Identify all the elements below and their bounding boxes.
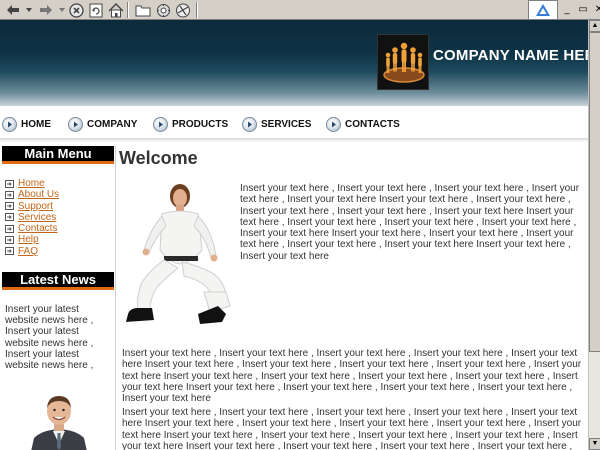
nav-item-contacts[interactable]: CONTACTS: [326, 115, 400, 133]
nav-item-services[interactable]: SERVICES: [242, 115, 311, 133]
menu-bullet-icon: [5, 247, 14, 256]
stop-icon[interactable]: [68, 2, 84, 18]
nav-item-products[interactable]: PRODUCTS: [153, 115, 228, 133]
menu-item: Help: [5, 234, 59, 245]
scroll-down-arrow-icon[interactable]: ▼: [589, 438, 600, 450]
nav-label: PRODUCTS: [172, 118, 229, 130]
menu-bullet-icon: [5, 190, 14, 199]
forward-arrow-icon[interactable]: [38, 2, 54, 18]
toolbar-separator: [127, 2, 129, 18]
nav-item-company[interactable]: COMPANY: [68, 115, 137, 133]
restore-button[interactable]: ▭: [576, 4, 590, 16]
window-controls: _ ▭ ✕: [528, 0, 600, 20]
chevron-right-icon: [153, 116, 168, 132]
nav-divider: [0, 138, 588, 142]
body-paragraph: Insert your text here , Insert your text…: [122, 407, 582, 450]
nav-label: COMPANY: [87, 118, 138, 130]
header-banner: COMPANY NAME HERE: [0, 20, 588, 106]
menu-item: Home: [5, 178, 59, 189]
menu-bullet-icon: [5, 202, 14, 211]
refresh-icon[interactable]: [88, 2, 104, 18]
toolbar-separator: [196, 2, 198, 18]
businesswoman-photo: [122, 180, 238, 332]
top-navigation: HOME COMPANY PRODUCTS SERVICES CONTACTS: [0, 110, 588, 138]
close-button[interactable]: ✕: [592, 4, 600, 16]
body-paragraph: Insert your text here , Insert your text…: [122, 348, 582, 405]
menu-bullet-icon: [5, 179, 14, 188]
menu-bullet-icon: [5, 224, 14, 233]
favorites-icon[interactable]: [175, 2, 191, 18]
scroll-thumb[interactable]: [589, 32, 600, 352]
menu-bullet-icon: [5, 235, 14, 244]
menu-link-help[interactable]: Help: [18, 234, 39, 245]
chevron-right-icon: [68, 116, 83, 132]
main-menu-list: Home About Us Support Services Contacts …: [5, 178, 59, 257]
nav-label: SERVICES: [261, 118, 312, 130]
scroll-up-arrow-icon[interactable]: ▲: [589, 20, 600, 32]
left-sidebar: Main Menu Home About Us Support Services…: [0, 146, 116, 450]
main-content: Welcome Insert your text here , Insert y…: [118, 146, 588, 450]
nav-item-home[interactable]: HOME: [2, 115, 51, 133]
intro-paragraph: Insert your text here , Insert your text…: [240, 183, 580, 262]
latest-news-text: Insert your latest website news here , I…: [5, 304, 94, 372]
menu-link-home[interactable]: Home: [18, 178, 45, 189]
browser-logo-icon: [528, 0, 558, 20]
menu-bullet-icon: [5, 213, 14, 222]
menu-item: FAQ: [5, 246, 59, 257]
vertical-scrollbar[interactable]: ▲ ▼: [588, 20, 600, 450]
page-viewport: COMPANY NAME HERE HOME COMPANY PRODUCTS …: [0, 20, 588, 450]
chevron-right-icon: [242, 116, 257, 132]
menu-link-about-us[interactable]: About Us: [18, 189, 59, 200]
home-icon[interactable]: [108, 2, 124, 18]
menu-item: About Us: [5, 189, 59, 200]
menu-item: Support: [5, 201, 59, 212]
chevron-right-icon: [2, 116, 17, 132]
dropdown-icon[interactable]: [24, 2, 34, 18]
settings-icon[interactable]: [155, 2, 171, 18]
nav-label: HOME: [21, 118, 51, 130]
chevron-right-icon: [326, 116, 341, 132]
menu-link-support[interactable]: Support: [18, 201, 53, 212]
company-logo: [377, 34, 429, 90]
businessman-photo: [26, 392, 92, 450]
menu-link-faq[interactable]: FAQ: [18, 246, 38, 257]
dropdown-icon[interactable]: [57, 2, 67, 18]
menu-item: Contacts: [5, 223, 59, 234]
menu-item: Services: [5, 212, 59, 223]
folder-icon[interactable]: [135, 2, 151, 18]
page-title: Welcome: [119, 148, 198, 168]
browser-toolbar: _ ▭ ✕: [0, 0, 600, 20]
company-name: COMPANY NAME HERE: [433, 47, 588, 64]
main-menu-heading: Main Menu: [2, 146, 114, 164]
menu-link-contacts[interactable]: Contacts: [18, 223, 57, 234]
minimize-button[interactable]: _: [560, 4, 574, 16]
back-arrow-icon[interactable]: [5, 2, 21, 18]
latest-news-heading: Latest News: [2, 272, 114, 290]
nav-label: CONTACTS: [345, 118, 400, 130]
menu-link-services[interactable]: Services: [18, 212, 56, 223]
